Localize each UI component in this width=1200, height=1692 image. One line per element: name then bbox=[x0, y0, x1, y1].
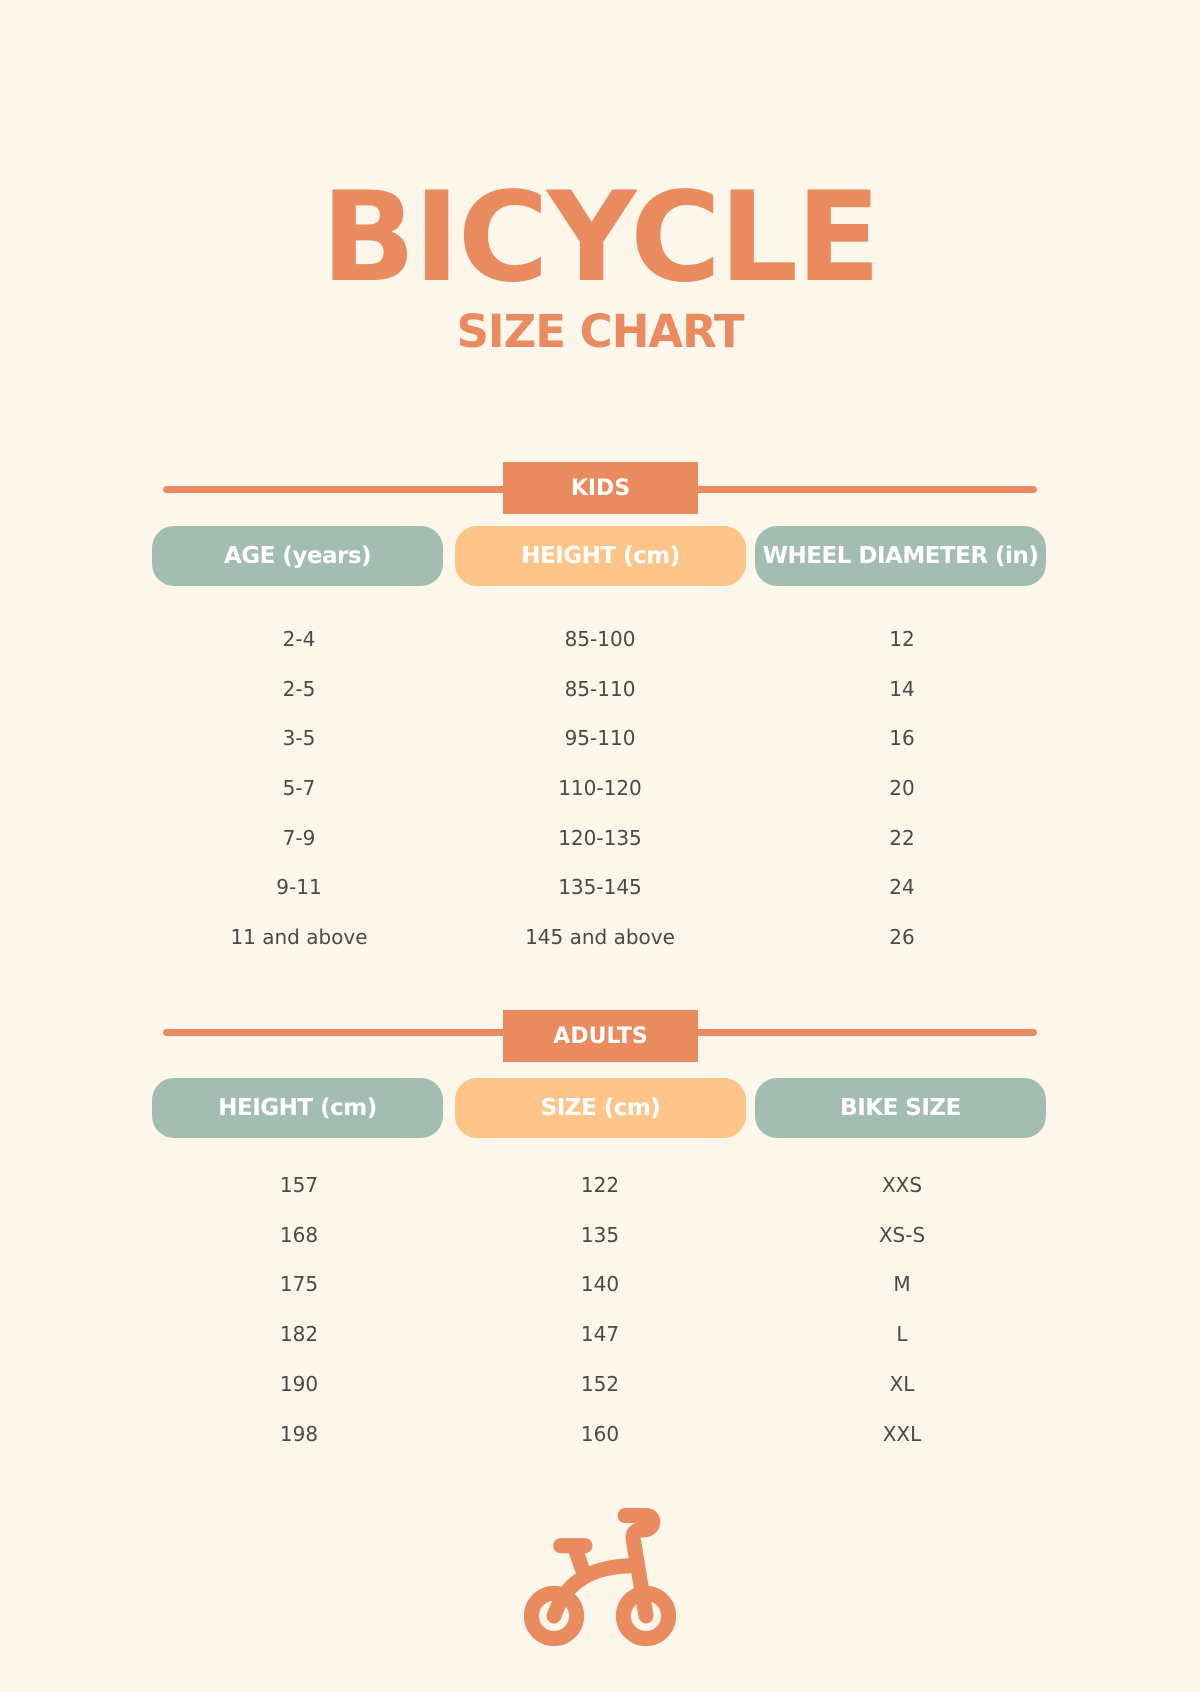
kids-wheel-cell: 22 bbox=[889, 826, 915, 850]
page-subtitle: SIZE CHART bbox=[456, 305, 744, 358]
kids-height-cell: 135-145 bbox=[558, 875, 642, 899]
adults-size-cell: 160 bbox=[580, 1422, 620, 1446]
adults-height-cell: 182 bbox=[279, 1322, 319, 1346]
kids-age-cell: 11 and above bbox=[230, 925, 368, 949]
adults-height-cell: 168 bbox=[279, 1223, 319, 1247]
kids-height-cell: 85-100 bbox=[564, 627, 636, 651]
adults-size-cell: 140 bbox=[580, 1272, 620, 1296]
adults-size-cell: 152 bbox=[580, 1372, 620, 1396]
bicycle-icon bbox=[523, 1508, 677, 1647]
kids-header-age: AGE (years) bbox=[152, 526, 443, 586]
kids-age-cell: 3-5 bbox=[282, 726, 316, 750]
kids-wheel-cell: 24 bbox=[889, 875, 915, 899]
kids-age-cell: 2-5 bbox=[282, 677, 316, 701]
kids-header-height: HEIGHT (cm) bbox=[455, 526, 746, 586]
adults-bike-size-cell: L bbox=[896, 1322, 908, 1346]
adults-bike-size-cell: XXL bbox=[882, 1422, 922, 1446]
adults-bike-size-cell: M bbox=[893, 1272, 911, 1296]
adults-bike-size-cell: XS-S bbox=[878, 1223, 926, 1247]
kids-age-cell: 2-4 bbox=[282, 627, 316, 651]
kids-height-cell: 85-110 bbox=[564, 677, 636, 701]
kids-age-cell: 9-11 bbox=[276, 875, 322, 899]
adults-header-height: HEIGHT (cm) bbox=[152, 1078, 443, 1138]
kids-section-label: KIDS bbox=[503, 462, 698, 514]
adults-size-cell: 135 bbox=[580, 1223, 620, 1247]
adults-height-cell: 157 bbox=[279, 1173, 319, 1197]
kids-wheel-cell: 16 bbox=[889, 726, 915, 750]
kids-wheel-cell: 26 bbox=[889, 925, 915, 949]
adults-bike-size-cell: XL bbox=[889, 1372, 915, 1396]
kids-height-cell: 110-120 bbox=[558, 776, 642, 800]
kids-wheel-cell: 20 bbox=[889, 776, 915, 800]
kids-wheel-cell: 12 bbox=[889, 627, 915, 651]
adults-size-cell: 147 bbox=[580, 1322, 620, 1346]
kids-age-cell: 5-7 bbox=[282, 776, 316, 800]
bicycle-seat-post bbox=[567, 1539, 590, 1575]
kids-age-cell: 7-9 bbox=[282, 826, 316, 850]
adults-height-cell: 198 bbox=[279, 1422, 319, 1446]
kids-header-wheel-diameter: WHEEL DIAMETER (in) bbox=[755, 526, 1046, 586]
page-title: BICYCLE bbox=[321, 166, 881, 310]
adults-header-size: SIZE (cm) bbox=[455, 1078, 746, 1138]
kids-height-cell: 95-110 bbox=[564, 726, 636, 750]
kids-height-cell: 145 and above bbox=[525, 925, 675, 949]
adults-height-cell: 175 bbox=[279, 1272, 319, 1296]
adults-header-bike-size: BIKE SIZE bbox=[755, 1078, 1046, 1138]
adults-height-cell: 190 bbox=[279, 1372, 319, 1396]
adults-bike-size-cell: XXS bbox=[881, 1173, 923, 1197]
adults-size-cell: 122 bbox=[580, 1173, 620, 1197]
kids-height-cell: 120-135 bbox=[558, 826, 642, 850]
kids-wheel-cell: 14 bbox=[889, 677, 915, 701]
adults-section-label: ADULTS bbox=[503, 1010, 698, 1062]
